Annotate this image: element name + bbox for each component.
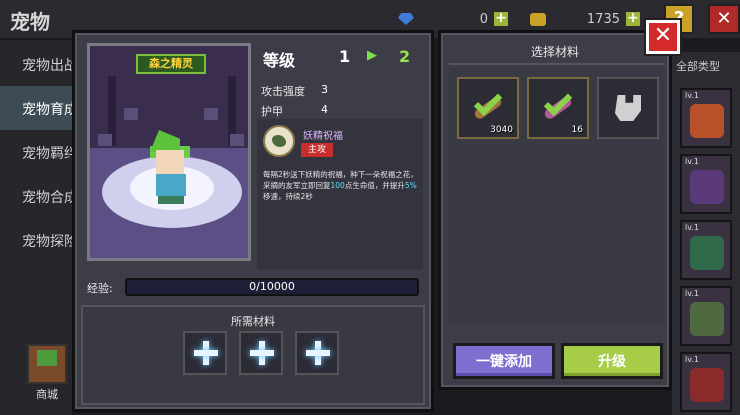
- shop-button[interactable]: 商城: [24, 344, 70, 401]
- sidebar-item-deploy[interactable]: 宠物出战: [0, 42, 76, 86]
- divider: [449, 63, 665, 65]
- stat-armor-value: 4: [321, 103, 328, 116]
- add-all-button[interactable]: 一键添加: [453, 343, 555, 379]
- sidebar-item-explore[interactable]: 宠物探险: [0, 218, 76, 262]
- material-slot[interactable]: 3040: [457, 77, 519, 139]
- screen-title: 宠物: [10, 10, 50, 34]
- add-gems-button[interactable]: +: [492, 10, 510, 28]
- add-material-slot[interactable]: [183, 331, 227, 375]
- gem-counter: 0 +: [398, 9, 510, 29]
- add-coins-button[interactable]: +: [624, 10, 642, 28]
- level-next: 2: [399, 47, 411, 66]
- stat-armor-label: 护甲: [261, 105, 283, 118]
- skill-box: 妖精祝福 主攻 每隔2秒送下妖精的祝福，种下一朵祝福之花，采摘的友军立即回复10…: [257, 119, 423, 269]
- level-current: 1: [339, 47, 351, 66]
- required-materials-title: 所需材料: [231, 315, 275, 328]
- material-count: 3040: [490, 125, 513, 135]
- pet-name: 森之精灵: [136, 54, 206, 74]
- coin-counter: 1735 +: [530, 9, 642, 29]
- add-material-slot[interactable]: [295, 331, 339, 375]
- pet-portrait: 森之精灵: [87, 43, 251, 261]
- bone-check-icon: [469, 87, 507, 127]
- pet-sprite-icon: [690, 170, 724, 204]
- pet-card[interactable]: lv.1: [680, 352, 732, 412]
- add-material-slot[interactable]: [239, 331, 283, 375]
- coin-amount: 1735: [586, 11, 620, 27]
- exp-label: 经验:: [87, 282, 113, 295]
- material-grid: 3040 16: [449, 67, 665, 325]
- upgrade-button[interactable]: 升级: [561, 343, 663, 379]
- shop-label: 商城: [36, 388, 58, 401]
- exp-text: 0/10000: [249, 280, 295, 293]
- level-arrow-icon: ▶: [367, 48, 377, 63]
- coin-icon: [530, 12, 546, 26]
- material-slot[interactable]: 16: [527, 77, 589, 139]
- material-slot[interactable]: [597, 77, 659, 139]
- skill-name: 妖精祝福: [303, 131, 343, 142]
- pet-card[interactable]: lv.1: [680, 286, 732, 346]
- pet-sprite-icon: [690, 104, 724, 138]
- stone-icon: [609, 89, 647, 127]
- pet-sprite-icon: [690, 236, 724, 270]
- level-label: 等级: [263, 51, 296, 70]
- gem-amount: 0: [479, 11, 488, 27]
- sidebar-item-bond[interactable]: 宠物羁绊: [0, 130, 76, 174]
- type-filter[interactable]: 全部类型: [676, 58, 720, 74]
- pet-detail-panel: 森之精灵 等级 1 ▶ 2 攻击强度 3 护甲 4 妖精祝福 主攻 每隔2秒送下…: [72, 30, 434, 412]
- material-count: 16: [571, 125, 583, 135]
- gem-icon: [398, 13, 414, 25]
- pet-card[interactable]: lv.1: [680, 88, 732, 148]
- skill-role-badge: 主攻: [301, 143, 333, 157]
- close-dialog-button[interactable]: ✕: [646, 20, 680, 54]
- pet-sprite-icon: [690, 302, 724, 336]
- skill-fairy-icon[interactable]: [263, 125, 295, 157]
- stat-attack-label: 攻击强度: [261, 85, 305, 98]
- sidebar-item-train[interactable]: 宠物育成: [0, 86, 76, 130]
- sidebar-item-merge[interactable]: 宠物合成: [0, 174, 76, 218]
- screen-close-button[interactable]: ✕: [708, 4, 740, 34]
- shop-icon: [27, 344, 67, 384]
- select-materials-title: 选择材料: [530, 45, 579, 59]
- material-select-panel: 选择材料 3040 16 一键添加 升级: [438, 30, 672, 390]
- pet-card[interactable]: lv.1: [680, 154, 732, 214]
- stat-attack-value: 3: [321, 83, 328, 96]
- pet-sprite-icon: [690, 368, 724, 402]
- skill-description: 每隔2秒送下妖精的祝福，种下一朵祝福之花，采摘的友军立即回复100点生命值，并提…: [263, 170, 418, 201]
- exp-progress-bar: 0/10000: [125, 278, 419, 296]
- required-materials: 所需材料: [81, 305, 425, 405]
- bone-check-icon: [539, 87, 577, 127]
- pet-card[interactable]: lv.1: [680, 220, 732, 280]
